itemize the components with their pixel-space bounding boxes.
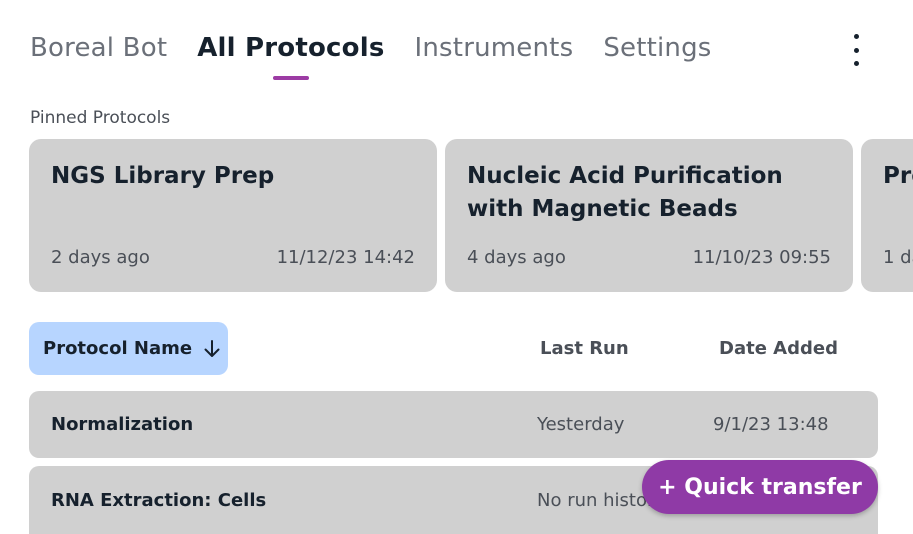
table-row[interactable]: Normalization Yesterday 9/1/23 13:48	[29, 391, 878, 458]
tab-label: Boreal Bot	[30, 33, 168, 63]
pinned-section-title: Pinned Protocols	[30, 108, 171, 128]
row-date-added: 9/1/23 13:48	[713, 414, 829, 435]
column-header-date-added[interactable]: Date Added	[719, 338, 838, 359]
quick-transfer-button[interactable]: + Quick transfer	[642, 460, 878, 514]
tab-boreal-bot[interactable]: Boreal Bot	[30, 33, 167, 63]
row-protocol-name: RNA Extraction: Cells	[51, 490, 267, 511]
pinned-card-meta: 1 da	[883, 247, 913, 268]
tab-all-protocols[interactable]: All Protocols	[197, 33, 385, 80]
pinned-card-title: Pro	[883, 163, 913, 189]
overflow-dot	[853, 34, 859, 39]
overflow-dot	[853, 61, 859, 66]
pinned-card[interactable]: Pro 1 da	[861, 139, 913, 292]
tab-label: Settings	[603, 33, 712, 63]
pinned-card-title: NGS Library Prep	[51, 163, 275, 189]
tab-label: All Protocols	[197, 33, 385, 63]
tab-instruments[interactable]: Instruments	[415, 33, 574, 63]
row-last-run: Yesterday	[537, 414, 625, 435]
pinned-card-last-run: 4 days ago	[467, 247, 566, 268]
top-nav: Boreal Bot All Protocols Instruments Set…	[30, 28, 742, 80]
arrow-down-icon	[202, 339, 222, 359]
sort-label: Protocol Name	[43, 338, 193, 359]
tab-label: Instruments	[414, 33, 574, 63]
overflow-dot	[853, 47, 859, 53]
overflow-menu-icon[interactable]	[843, 30, 869, 70]
pinned-card-meta: 2 days ago 11/12/23 14:42	[51, 247, 415, 268]
pinned-card-title: Nucleic Acid Purification with Magnetic …	[467, 163, 783, 222]
sort-by-protocol-name-button[interactable]: Protocol Name	[29, 322, 228, 375]
pinned-card-last-run: 2 days ago	[51, 247, 150, 268]
pinned-card-meta: 4 days ago 11/10/23 09:55	[467, 247, 831, 268]
pinned-card[interactable]: NGS Library Prep 2 days ago 11/12/23 14:…	[29, 139, 437, 292]
pinned-card-date: 11/10/23 09:55	[692, 247, 831, 268]
tab-settings[interactable]: Settings	[603, 33, 711, 63]
pinned-card[interactable]: Nucleic Acid Purification with Magnetic …	[445, 139, 853, 292]
column-header-last-run[interactable]: Last Run	[540, 338, 629, 359]
row-protocol-name: Normalization	[51, 414, 194, 435]
active-tab-indicator	[272, 76, 309, 80]
pinned-card-last-run: 1 da	[883, 247, 913, 268]
pinned-card-date: 11/12/23 14:42	[276, 247, 415, 268]
